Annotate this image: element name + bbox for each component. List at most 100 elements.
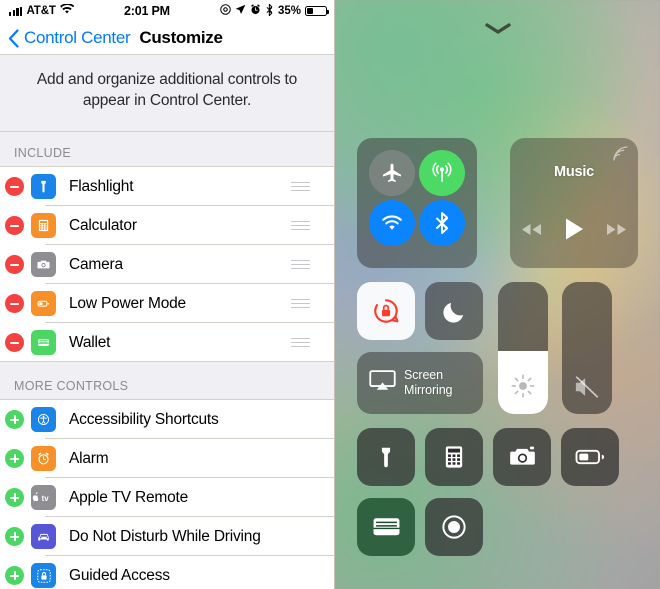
list-item-label: Apple TV Remote: [69, 488, 189, 506]
list-item-label: Camera: [69, 255, 123, 273]
screen-mirroring-icon: [369, 369, 396, 397]
list-item-camera[interactable]: Camera: [0, 245, 334, 284]
bluetooth-icon: [265, 3, 274, 19]
brightness-slider[interactable]: [498, 282, 548, 414]
control-center-pane: Music Screen Mirroring: [335, 0, 660, 589]
music-tile[interactable]: Music: [510, 138, 638, 268]
control-center: Music Screen Mirroring: [335, 0, 660, 589]
chevron-down-icon[interactable]: [484, 22, 511, 34]
list-item-label: Wallet: [69, 333, 111, 351]
camera-icon: [31, 252, 56, 277]
section-header-more-controls: MORE CONTROLS: [0, 362, 334, 400]
calculator-tile[interactable]: [425, 428, 483, 486]
alarm-clock-icon: [250, 4, 261, 18]
add-button[interactable]: [5, 449, 31, 468]
back-button-label[interactable]: Control Center: [24, 28, 131, 48]
brightness-icon: [498, 372, 548, 400]
remove-button[interactable]: [5, 294, 31, 313]
list-item-guided-access[interactable]: Guided Access: [0, 556, 334, 589]
back-chevron-icon[interactable]: [8, 29, 19, 48]
list-item-label: Flashlight: [69, 177, 134, 195]
moon-icon: [442, 302, 463, 323]
wallet-icon: [373, 518, 399, 536]
list-item-apple-tv-remote[interactable]: tv Apple TV Remote: [0, 478, 334, 517]
list-item-accessibility-shortcuts[interactable]: Accessibility Shortcuts: [0, 400, 334, 439]
do-not-disturb-toggle[interactable]: [425, 282, 483, 340]
status-bar: AT&T 2:01 PM 35%: [0, 0, 334, 22]
add-button[interactable]: [5, 566, 31, 585]
remove-button[interactable]: [5, 333, 31, 352]
remove-button[interactable]: [5, 177, 31, 196]
list-item-label: Guided Access: [69, 566, 170, 584]
cellular-data-toggle[interactable]: [419, 150, 465, 196]
camera-tile[interactable]: [493, 428, 551, 486]
guided-access-icon: [31, 563, 56, 588]
airplane-mode-toggle[interactable]: [369, 150, 415, 196]
signal-bars-icon: [9, 6, 23, 16]
flashlight-icon: [31, 174, 56, 199]
drag-handle-icon[interactable]: [291, 298, 310, 309]
status-bar-right: 35%: [220, 3, 330, 19]
location-arrow-icon: [235, 4, 246, 18]
low-power-icon: [31, 291, 56, 316]
rewind-icon[interactable]: [520, 222, 542, 242]
wallet-icon: [31, 330, 56, 355]
screen-mirroring-label: Screen Mirroring: [404, 368, 453, 397]
battery-icon: [305, 5, 330, 17]
list-item-low-power-mode[interactable]: Low Power Mode: [0, 284, 334, 323]
flashlight-icon: [381, 447, 391, 468]
music-transport: [510, 217, 638, 246]
volume-mute-icon: [562, 374, 612, 400]
carrier-label: AT&T: [26, 5, 56, 17]
add-button[interactable]: [5, 488, 31, 507]
list-item-do-not-disturb-while-driving[interactable]: Do Not Disturb While Driving: [0, 517, 334, 556]
remove-button[interactable]: [5, 255, 31, 274]
status-bar-left: AT&T: [9, 3, 75, 18]
screen-mirroring-button[interactable]: Screen Mirroring: [357, 352, 483, 414]
screen: AT&T 2:01 PM 35% Control Center Customiz…: [0, 0, 660, 589]
wifi-toggle[interactable]: [369, 200, 415, 246]
list-item-label: Calculator: [69, 216, 137, 234]
clock: 2:01 PM: [123, 4, 170, 18]
apple-tv-icon: tv: [31, 485, 56, 510]
wallet-tile[interactable]: [357, 498, 415, 556]
list-item-alarm[interactable]: Alarm: [0, 439, 334, 478]
low-power-icon: [575, 449, 605, 465]
alarm-clock-icon: [31, 446, 56, 471]
description-text: Add and organize additional controls to …: [0, 55, 334, 132]
list-item-wallet[interactable]: Wallet: [0, 323, 334, 362]
drag-handle-icon[interactable]: [291, 220, 310, 231]
remove-button[interactable]: [5, 216, 31, 235]
screen-recording-tile[interactable]: [425, 498, 483, 556]
drag-handle-icon[interactable]: [291, 337, 310, 348]
camera-icon: [509, 446, 535, 465]
add-button[interactable]: [5, 410, 31, 429]
flashlight-tile[interactable]: [357, 428, 415, 486]
section-header-include: INCLUDE: [0, 132, 334, 167]
list-item-label: Accessibility Shortcuts: [69, 410, 219, 428]
airplay-icon[interactable]: [612, 146, 628, 162]
low-power-mode-tile[interactable]: [561, 428, 619, 486]
bluetooth-toggle[interactable]: [419, 200, 465, 246]
music-title: Music: [553, 164, 595, 180]
volume-slider[interactable]: [562, 282, 612, 414]
settings-pane: AT&T 2:01 PM 35% Control Center Customiz…: [0, 0, 335, 589]
page-title: Customize: [139, 28, 223, 47]
list-item-label: Do Not Disturb While Driving: [69, 527, 261, 545]
navigation-bar: Control Center Customize: [0, 22, 334, 55]
calculator-icon: [445, 446, 463, 468]
play-icon[interactable]: [564, 217, 584, 246]
list-item-flashlight[interactable]: Flashlight: [0, 167, 334, 206]
drag-handle-icon[interactable]: [291, 181, 310, 192]
record-icon: [442, 515, 466, 539]
fast-forward-icon[interactable]: [606, 222, 628, 242]
do-not-disturb-icon: [220, 4, 231, 18]
svg-text:tv: tv: [42, 494, 50, 503]
add-button[interactable]: [5, 527, 31, 546]
drag-handle-icon[interactable]: [291, 259, 310, 270]
list-item-calculator[interactable]: Calculator: [0, 206, 334, 245]
list-item-label: Alarm: [69, 449, 109, 467]
wifi-icon: [59, 3, 75, 18]
calculator-icon: [31, 213, 56, 238]
rotation-lock-toggle[interactable]: [357, 282, 415, 340]
